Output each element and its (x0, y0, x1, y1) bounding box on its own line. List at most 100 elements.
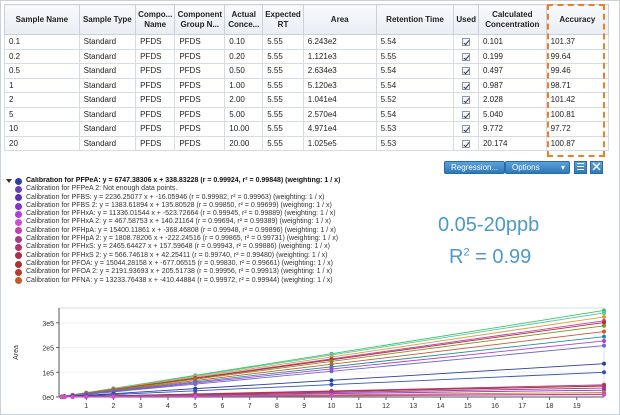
x-tick-label: 14 (437, 403, 445, 410)
legend-item[interactable]: Calibration for PFHxA: y = 11336.01544 x… (6, 210, 426, 218)
table-cell: 1.121e3 (302, 48, 377, 64)
table-row[interactable]: 5 Standard PFDS PFDS 5.00 5.55 2.570e4 5.54 5.04… (4, 106, 610, 122)
legend-item[interactable]: Calibration for PFHxS: y = 2465.64427 x … (6, 243, 426, 252)
series-point (602, 343, 606, 348)
table-cell: 5.55 (262, 121, 304, 137)
legend-item[interactable]: Calibration for PFBS: y = 2236.25077 x +… (6, 194, 426, 202)
legend-item[interactable]: Calibration for PFOA 2: y = 2191.93693 x… (6, 268, 426, 276)
used-checkbox[interactable] (462, 110, 471, 119)
table-cell: 20.00 (224, 135, 264, 151)
used-checkbox[interactable] (462, 139, 471, 148)
used-checkbox[interactable] (462, 67, 471, 76)
legend-color-dot (15, 219, 22, 227)
table-row[interactable]: 0.2 Standard PFDS PFDS 0.20 5.55 1.121e3 5.55 0.… (4, 48, 610, 64)
column-header[interactable]: Expected RT (262, 4, 304, 35)
column-header[interactable]: Area (302, 4, 377, 35)
legend-item[interactable]: Calibration for PFHpA 2: y = 1808.78206 … (6, 235, 426, 243)
table-cell: 5.55 (262, 77, 304, 93)
used-checkbox-cell (453, 92, 479, 108)
x-tick-label: 17 (518, 403, 526, 410)
used-checkbox[interactable] (462, 81, 471, 90)
legend-item[interactable]: Calibration for PFPeA: y = 6747.38306 x … (6, 177, 426, 185)
legend-item[interactable]: Calibration for PFHxS 2: y = 566.74618 x… (6, 252, 426, 260)
table-cell: 9.772 (477, 121, 547, 137)
table-cell: 0.101 (477, 34, 547, 50)
column-header[interactable]: Calculated Concentration (477, 4, 547, 35)
legend-label: Calibration for PFBS: y = 2236.25077 x +… (26, 193, 325, 201)
table-row[interactable]: 0.5 Standard PFDS PFDS 0.50 5.55 2.634e3 5.54 0.… (4, 63, 610, 79)
legend-item[interactable]: Calibration for PFBS 2: y = 1383.61894 x… (6, 202, 426, 210)
x-tick-label: 2 (112, 403, 116, 410)
column-header[interactable]: Retention Time (375, 4, 455, 35)
table-cell: 0.50 (224, 63, 264, 79)
x-tick-label: 12 (382, 403, 390, 410)
column-header[interactable]: Used (453, 4, 479, 35)
legend-item[interactable]: Calibration for PFPeA 2: Not enough data… (6, 185, 426, 193)
x-tick-label: 7 (248, 403, 252, 410)
table-cell: PFDS (135, 34, 176, 50)
series-point (111, 394, 116, 399)
table-cell: 2.028 (477, 92, 547, 108)
table-cell: PFDS (174, 135, 226, 151)
table-cell: 10.00 (224, 121, 264, 137)
table-row[interactable]: 10 Standard PFDS PFDS 10.00 5.55 4.971e4 5.53 9.… (4, 121, 610, 137)
table-cell: PFDS (174, 48, 226, 64)
legend-label: Calibration for PFOA 2: y = 2191.93693 x… (26, 268, 333, 276)
y-tick-label: 2e5 (42, 346, 54, 353)
x-tick-label: 15 (464, 403, 472, 410)
used-checkbox[interactable] (462, 52, 471, 61)
series-point (602, 338, 606, 343)
calibration-legend: Calibration for PFPeA: y = 6747.38306 x … (6, 177, 426, 301)
x-tick-label: 6 (221, 403, 225, 410)
grid-settings-icon[interactable] (574, 161, 587, 174)
series-point (329, 382, 334, 387)
table-cell: 5.54 (375, 77, 455, 93)
table-cell: 0.199 (477, 48, 547, 64)
table-cell: 5 (4, 106, 80, 122)
series-point (193, 382, 198, 387)
r2-prefix: R (449, 246, 464, 268)
series-point (602, 370, 606, 375)
table-row[interactable]: 0.1 Standard PFDS PFDS 0.10 5.55 6.243e2 5.54 0.… (4, 34, 610, 50)
column-header[interactable]: Actual Conce... (224, 4, 264, 35)
legend-item[interactable]: Calibration for PFHpA: y = 15400.11861 x… (6, 227, 426, 235)
table-cell: 6.243e2 (302, 34, 377, 50)
used-checkbox[interactable] (462, 38, 471, 47)
series-point (62, 394, 67, 399)
close-icon[interactable] (590, 161, 603, 174)
column-header[interactable]: Compo... Name (135, 4, 176, 35)
regression-button[interactable]: Regression... (444, 161, 506, 174)
table-cell: 2.00 (224, 92, 264, 108)
legend-item[interactable]: Calibration for PFHxA 2: y = 467.58753 x… (6, 218, 426, 227)
legend-item[interactable]: Calibration for PFOA: y = 15044.28158 x … (6, 260, 426, 268)
used-checkbox[interactable] (462, 96, 471, 105)
legend-item[interactable]: Calibration for PFNA: y = 13233.76438 x … (6, 277, 426, 285)
series-point (602, 314, 606, 319)
used-checkbox-cell (453, 121, 479, 137)
series-point (602, 310, 606, 315)
column-header[interactable]: Sample Name (4, 4, 80, 35)
legend-color-dot (15, 177, 22, 185)
options-button[interactable]: Options ▾ (505, 161, 570, 174)
column-header[interactable]: Component Group N... (174, 4, 226, 35)
used-checkbox[interactable] (462, 125, 471, 134)
calibration-plot[interactable]: 0e01e52e53e51 2 3 4 5 6 7 8 9 10 11 12 13 14 15 16 17 18 1… (4, 302, 610, 412)
legend-label: Calibration for PFNA: y = 13233.76438 x … (26, 276, 333, 284)
table-cell: PFDS (174, 77, 226, 93)
column-header[interactable]: Sample Type (78, 4, 137, 35)
accuracy-highlight-box (547, 4, 605, 157)
table-cell: 4.971e4 (302, 121, 377, 137)
options-label: Options (512, 163, 540, 172)
x-tick-label: 8 (275, 403, 279, 410)
series-point (329, 378, 334, 383)
table-header-row: Sample Name Sample Type Compo... Name Compon… (4, 4, 610, 35)
table-row[interactable]: 1 Standard PFDS PFDS 1.00 5.55 5.120e3 5.54 0.98… (4, 77, 610, 93)
table-cell: PFDS (174, 92, 226, 108)
legend-label: Calibration for PFHxS: y = 2465.64427 x … (26, 243, 330, 251)
table-row[interactable]: 20 Standard PFDS PFDS 20.00 5.55 1.025e5 5.53 20… (4, 135, 610, 151)
legend-label: Calibration for PFBS 2: y = 1383.61894 x… (26, 201, 332, 209)
table-row[interactable]: 2 Standard PFDS PFDS 2.00 5.55 1.041e4 5.52 2.02… (4, 92, 610, 108)
used-checkbox-cell (453, 135, 479, 151)
collapse-arrow-icon[interactable] (6, 179, 12, 184)
table-cell: 5.00 (224, 106, 264, 122)
